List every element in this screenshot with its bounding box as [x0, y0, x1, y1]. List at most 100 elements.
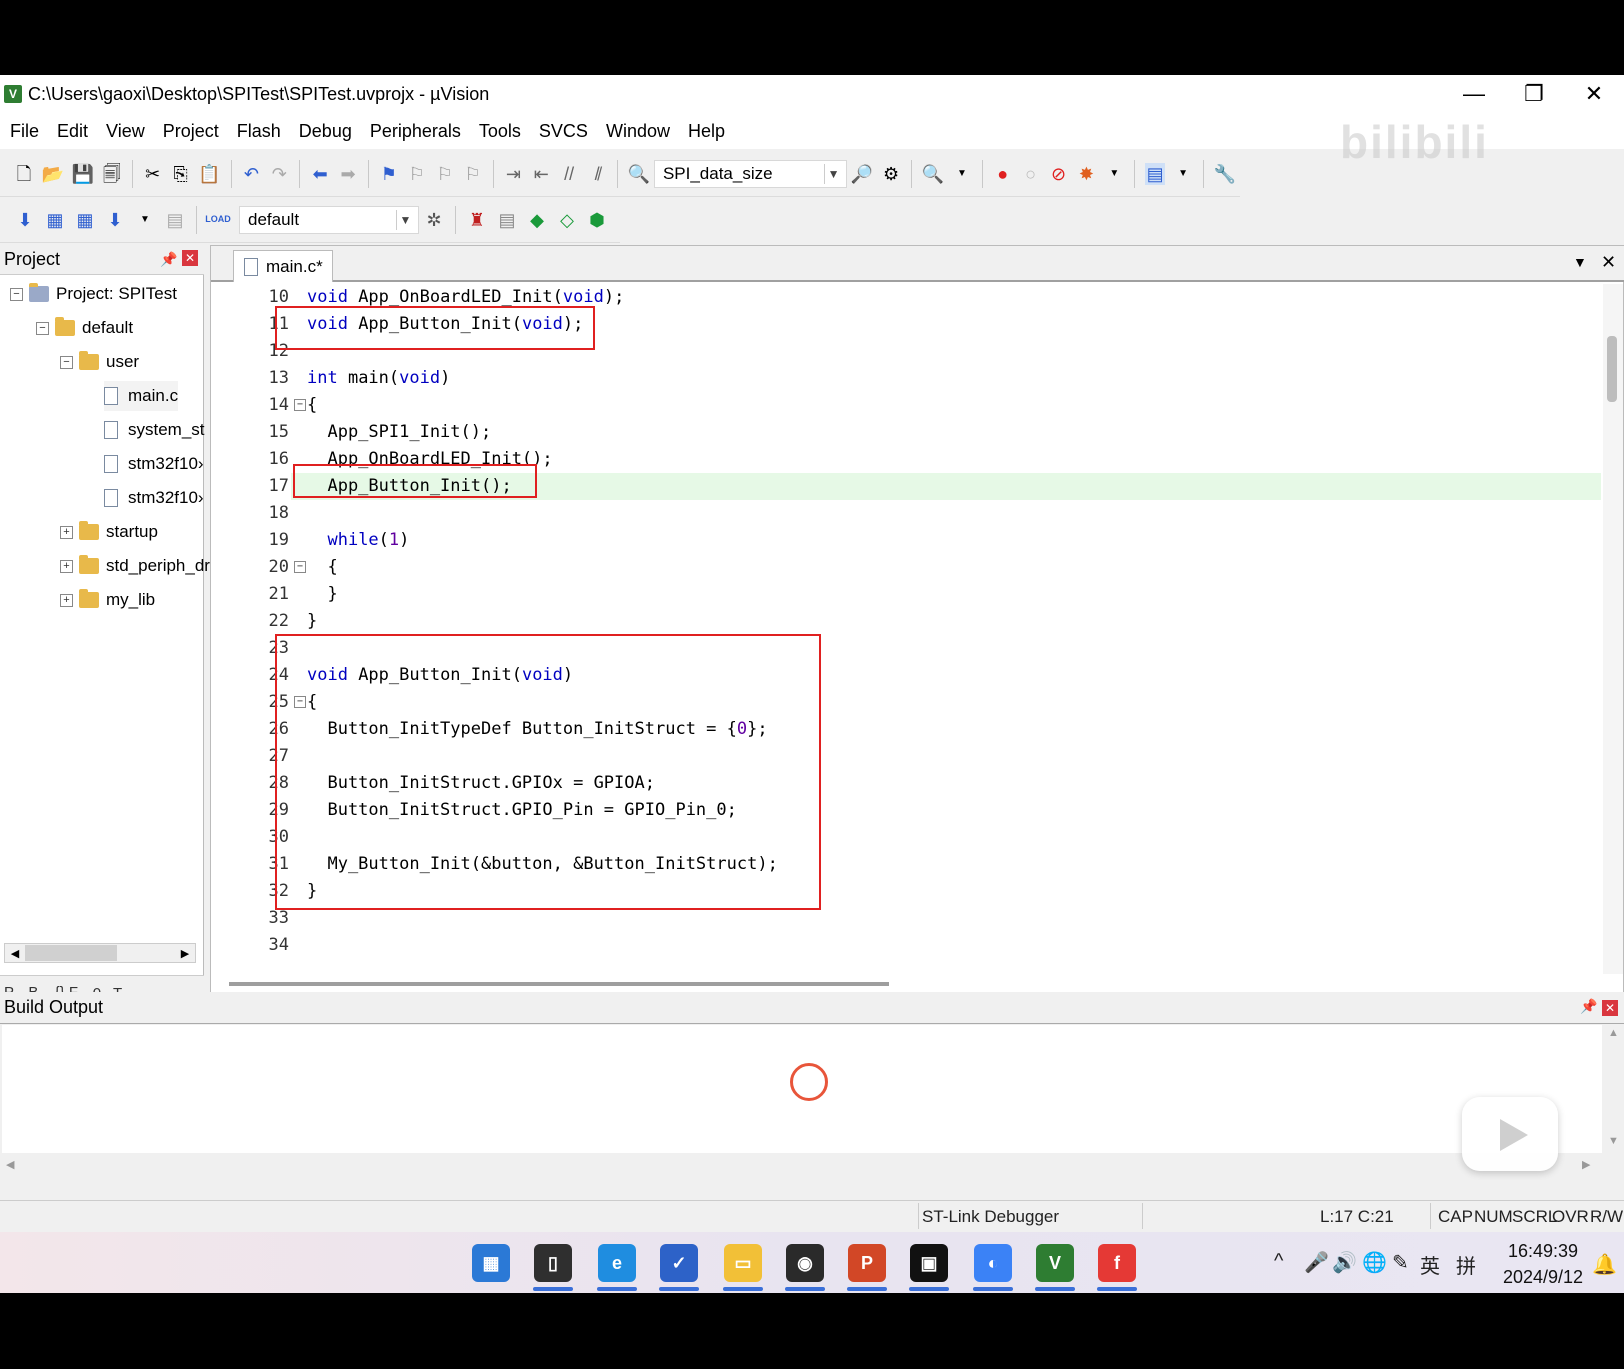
menu-debug[interactable]: Debug: [299, 121, 352, 142]
save-all-icon[interactable]: 🗐: [102, 163, 122, 185]
fold-collapse-icon[interactable]: −: [294, 561, 306, 573]
load-icon[interactable]: LOAD: [205, 209, 231, 231]
next-bookmark-icon[interactable]: ⚐: [435, 163, 455, 185]
code-line[interactable]: 13 int main(void): [211, 365, 1601, 392]
paste-icon[interactable]: 📋: [198, 163, 220, 185]
rebuild-icon[interactable]: ▦: [74, 209, 96, 231]
collapse-icon[interactable]: −: [60, 355, 73, 369]
speaker-icon[interactable]: 🔊: [1332, 1250, 1357, 1275]
code-line[interactable]: 14−{: [211, 392, 1601, 419]
find-icon[interactable]: 🔎: [851, 163, 873, 185]
chevron-down-icon[interactable]: ▼: [1173, 163, 1193, 185]
collapse-icon[interactable]: −: [10, 287, 23, 301]
fold-collapse-icon[interactable]: −: [294, 399, 306, 411]
scroll-left-icon[interactable]: ◀: [6, 1158, 14, 1171]
menu-tools[interactable]: Tools: [479, 121, 521, 142]
taskbar-todo-icon[interactable]: ✓: [660, 1244, 698, 1282]
manage-project-items-icon[interactable]: ♜: [466, 209, 488, 231]
tree-item-project-spitest[interactable]: − Project: SPITest: [10, 279, 177, 309]
taskbar-explorer-icon[interactable]: ▭: [724, 1244, 762, 1282]
comment-icon[interactable]: //: [559, 163, 579, 185]
disable-breakpoint-icon[interactable]: ○: [1021, 163, 1041, 185]
taskbar-powerpoint-icon[interactable]: P: [848, 1244, 886, 1282]
unindent-icon[interactable]: ⇤: [531, 163, 551, 185]
expand-icon[interactable]: +: [60, 525, 73, 539]
menu-edit[interactable]: Edit: [57, 121, 88, 142]
taskbar-browser-icon[interactable]: ◐: [974, 1244, 1012, 1282]
scroll-up-icon[interactable]: ▲: [1608, 1027, 1619, 1039]
menu-help[interactable]: Help: [688, 121, 725, 142]
copy-icon[interactable]: ⎘: [171, 163, 191, 185]
minimize-button[interactable]: —: [1444, 75, 1504, 113]
incremental-find-icon[interactable]: ⚙: [881, 163, 901, 185]
tree-item-main-c[interactable]: main.c: [104, 381, 179, 411]
code-line[interactable]: 20− {: [211, 554, 1601, 581]
build-icon[interactable]: ▦: [44, 209, 66, 231]
code-line[interactable]: 34: [211, 932, 1601, 959]
scroll-right-icon[interactable]: ▶: [175, 944, 195, 962]
network-icon[interactable]: 🌐: [1362, 1250, 1387, 1275]
find-in-files-icon[interactable]: 🔍: [628, 163, 650, 185]
configure-icon[interactable]: 🔧: [1214, 163, 1236, 185]
close-editor-icon[interactable]: ✕: [1601, 252, 1616, 273]
open-file-icon[interactable]: 📂: [42, 163, 64, 185]
save-icon[interactable]: 💾: [72, 163, 94, 185]
tree-item-std-periph-dr[interactable]: + std_periph_dr: [60, 551, 210, 581]
clock[interactable]: 16:49:39 2024/9/12: [1498, 1238, 1588, 1290]
close-window-button[interactable]: ✕: [1564, 75, 1624, 113]
breakpoint-icon[interactable]: ●: [993, 163, 1013, 185]
tab-main-c[interactable]: main.c*: [233, 250, 333, 282]
disable-all-breakpoints-icon[interactable]: ⊘: [1049, 163, 1069, 185]
chevron-down-icon[interactable]: ▼: [396, 209, 414, 230]
cut-icon[interactable]: ✂: [143, 163, 163, 185]
code-line[interactable]: 15 App_SPI1_Init();: [211, 419, 1601, 446]
taskbar-files-app-icon[interactable]: ▯: [534, 1244, 572, 1282]
menu-svcs[interactable]: SVCS: [539, 121, 588, 142]
expand-icon[interactable]: +: [60, 593, 73, 607]
show-hidden-icons-icon[interactable]: ^: [1274, 1250, 1283, 1273]
notification-bell-icon[interactable]: 🔔: [1592, 1252, 1617, 1277]
prev-bookmark-icon[interactable]: ⚐: [407, 163, 427, 185]
editor-hscrollbar[interactable]: [229, 982, 889, 986]
collapse-icon[interactable]: −: [36, 321, 49, 335]
manage-rte-icon[interactable]: ◆: [526, 209, 548, 231]
tree-item-stm32f10-[interactable]: stm32f10›: [104, 483, 204, 513]
debug-session-icon[interactable]: 🔍: [922, 163, 944, 185]
build-output-hscrollbar[interactable]: ◀ ▶: [2, 1155, 1602, 1175]
navigate-forward-icon[interactable]: ➡: [338, 163, 358, 185]
menu-view[interactable]: View: [106, 121, 145, 142]
undo-icon[interactable]: ↶: [241, 163, 261, 185]
pack-installer-icon[interactable]: ◇: [556, 209, 578, 231]
expand-icon[interactable]: +: [60, 559, 73, 573]
taskbar-edge-icon[interactable]: e: [598, 1244, 636, 1282]
code-area[interactable]: 10 void App_OnBoardLED_Init(void); 11 void …: [211, 284, 1601, 974]
code-line[interactable]: 22}: [211, 608, 1601, 635]
code-line[interactable]: 19 while(1): [211, 527, 1601, 554]
close-icon[interactable]: ✕: [1602, 1000, 1618, 1016]
chevron-down-icon[interactable]: ▼: [952, 163, 972, 185]
menu-peripherals[interactable]: Peripherals: [370, 121, 461, 142]
taskbar-start-icon[interactable]: ▦: [472, 1244, 510, 1282]
microphone-icon[interactable]: 🎤: [1304, 1250, 1329, 1275]
pin-icon[interactable]: 📌: [160, 251, 177, 268]
tree-item-default[interactable]: − default: [36, 313, 133, 343]
select-packs-icon[interactable]: ▤: [496, 209, 518, 231]
scroll-down-icon[interactable]: ▼: [1608, 1135, 1619, 1147]
tree-item-startup[interactable]: + startup: [60, 517, 158, 547]
code-line[interactable]: 18: [211, 500, 1601, 527]
menu-flash[interactable]: Flash: [237, 121, 281, 142]
indent-icon[interactable]: ⇥: [503, 163, 523, 185]
taskbar-keil-icon[interactable]: V: [1036, 1244, 1074, 1282]
target-combo[interactable]: default ▼: [239, 205, 419, 234]
navigate-back-icon[interactable]: ⬅: [310, 163, 330, 185]
tree-item-system-st[interactable]: system_st: [104, 415, 205, 445]
pen-icon[interactable]: ✎: [1392, 1250, 1409, 1275]
tree-item-user[interactable]: − user: [60, 347, 139, 377]
pack-installer-green-icon[interactable]: ⬢: [586, 209, 608, 231]
tree-item-my-lib[interactable]: + my_lib: [60, 585, 155, 615]
batch-build-icon[interactable]: ⬇: [104, 209, 126, 231]
menu-file[interactable]: File: [10, 121, 39, 142]
restore-button[interactable]: ❐: [1504, 75, 1564, 113]
scroll-thumb[interactable]: [25, 945, 117, 961]
chevron-down-icon[interactable]: ▼: [1104, 163, 1124, 185]
